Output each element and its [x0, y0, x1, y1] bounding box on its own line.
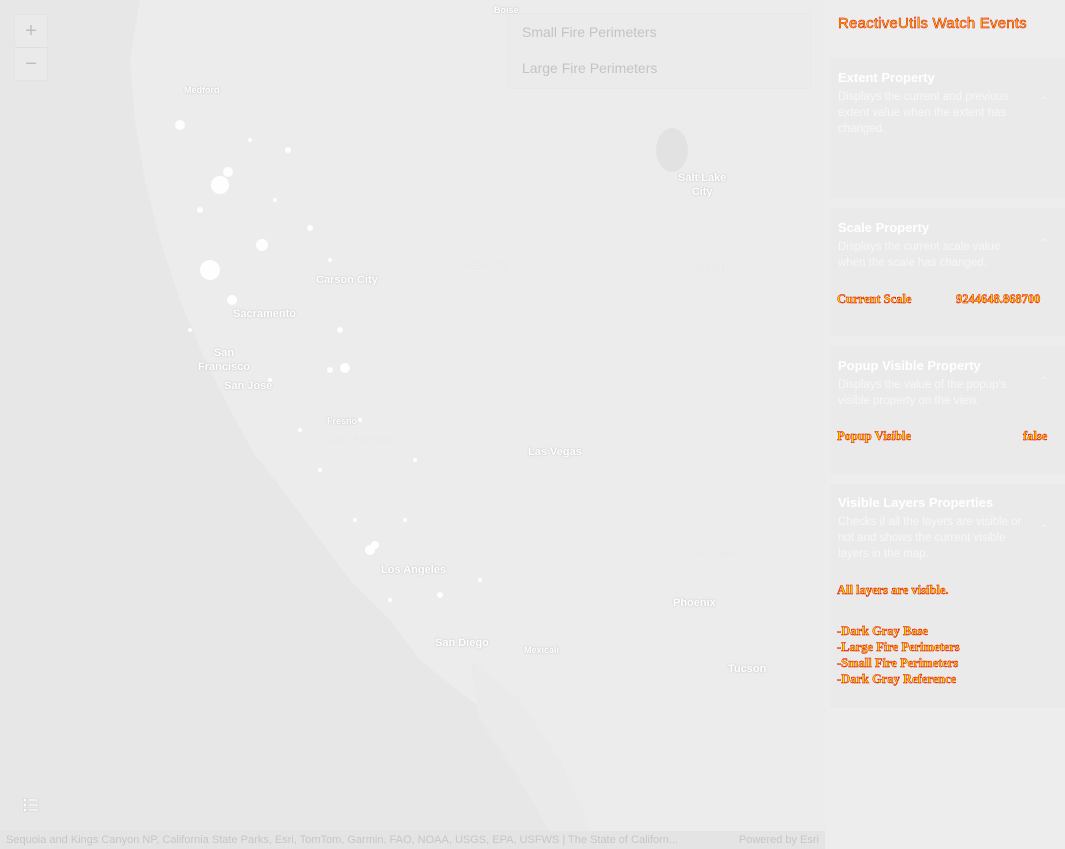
- zoom-out-icon: −: [25, 53, 37, 75]
- zoom-in-icon: +: [25, 20, 37, 42]
- map-view[interactable]: NEVADA UTAH CALIFORNIA ARIZONA Boise Med…: [0, 0, 825, 849]
- visible-layer-item: -Dark Gray Reference: [837, 672, 957, 686]
- city-label-los-angeles: Los Angeles: [381, 564, 446, 576]
- region-label-nevada: NEVADA: [465, 261, 510, 270]
- watch-events-panel: ReactiveUtils Watch Events Extent Proper…: [825, 0, 1065, 849]
- extent-card-title: Extent Property: [838, 70, 935, 85]
- city-label-sacramento: Sacramento: [233, 308, 296, 320]
- visible-layers-list: -Dark Gray Base -Large Fire Perimeters -…: [837, 623, 960, 687]
- layer-toggle-large-fire[interactable]: Large Fire Perimeters: [508, 50, 810, 86]
- city-label-fresno: Fresno: [327, 416, 358, 426]
- city-label-salt-lake-city: Salt Lake City: [678, 172, 727, 198]
- visible-layer-item: -Small Fire Perimeters: [837, 656, 959, 670]
- scale-card: Scale Property Displays the current scal…: [830, 208, 1065, 336]
- visible-layer-item: -Large Fire Perimeters: [837, 640, 960, 654]
- city-label-carson-city: Carson City: [316, 274, 378, 286]
- layer-list-icon: [23, 798, 39, 812]
- layer-toggle-small-fire[interactable]: Small Fire Perimeters: [508, 14, 810, 50]
- chevron-up-icon[interactable]: ⌃: [1039, 522, 1049, 536]
- layers-card-description: Checks if all the layers are visible or …: [838, 516, 1022, 560]
- city-label-tucson: Tucson: [728, 663, 767, 675]
- zoom-widget: + −: [15, 15, 47, 80]
- chevron-up-icon[interactable]: ⌃: [1039, 94, 1049, 108]
- current-scale-value: 9244648.868700: [956, 292, 1041, 306]
- layer-list-button[interactable]: [15, 789, 47, 821]
- current-scale-label: Current Scale: [837, 292, 912, 306]
- zoom-out-button[interactable]: −: [15, 47, 47, 80]
- popup-visible-value: false: [1023, 429, 1048, 443]
- layer-toggle-panel: Small Fire Perimeters Large Fire Perimet…: [508, 14, 810, 88]
- basemap: [0, 0, 825, 849]
- chevron-up-icon[interactable]: ⌃: [1039, 374, 1049, 388]
- city-label-phoenix: Phoenix: [673, 597, 716, 609]
- scale-card-description: Displays the current scale value when th…: [838, 241, 1001, 269]
- visible-layer-item: -Dark Gray Base: [837, 624, 928, 638]
- popup-visible-label: Popup Visible: [837, 429, 911, 443]
- popup-card-description: Displays the value of the popup's visibl…: [838, 379, 1007, 407]
- layers-card-title: Visible Layers Properties: [838, 495, 994, 510]
- scale-card-title: Scale Property: [838, 220, 930, 235]
- panel-title: ReactiveUtils Watch Events: [838, 15, 1027, 33]
- region-label-arizona: ARIZONA: [690, 550, 740, 559]
- city-label-san-jose: San Jose: [224, 380, 273, 392]
- city-label-las-vegas: Las Vegas: [528, 446, 582, 458]
- city-label-san-diego: San Diego: [435, 637, 489, 649]
- zoom-in-button[interactable]: +: [15, 15, 47, 47]
- popup-card: Popup Visible Property Displays the valu…: [830, 346, 1065, 474]
- attribution-text[interactable]: Sequoia and Kings Canyon NP, California …: [6, 831, 678, 849]
- extent-card: Extent Property Displays the current and…: [830, 58, 1065, 198]
- map-attribution: Sequoia and Kings Canyon NP, California …: [0, 831, 825, 849]
- popup-card-title: Popup Visible Property: [838, 358, 981, 373]
- city-label-medford: Medford: [184, 85, 220, 95]
- city-label-mexicali: Mexicali: [524, 645, 560, 655]
- powered-by-link[interactable]: Powered by Esri: [739, 831, 819, 849]
- city-label-san-francisco: San Francisco: [198, 347, 250, 373]
- region-label-utah: UTAH: [698, 264, 728, 273]
- extent-card-description: Displays the current and previous extent…: [838, 91, 1009, 135]
- region-label-california: CALIFORNIA: [328, 436, 397, 445]
- layers-status: All layers are visible.: [837, 583, 949, 597]
- chevron-up-icon[interactable]: ⌃: [1039, 236, 1049, 250]
